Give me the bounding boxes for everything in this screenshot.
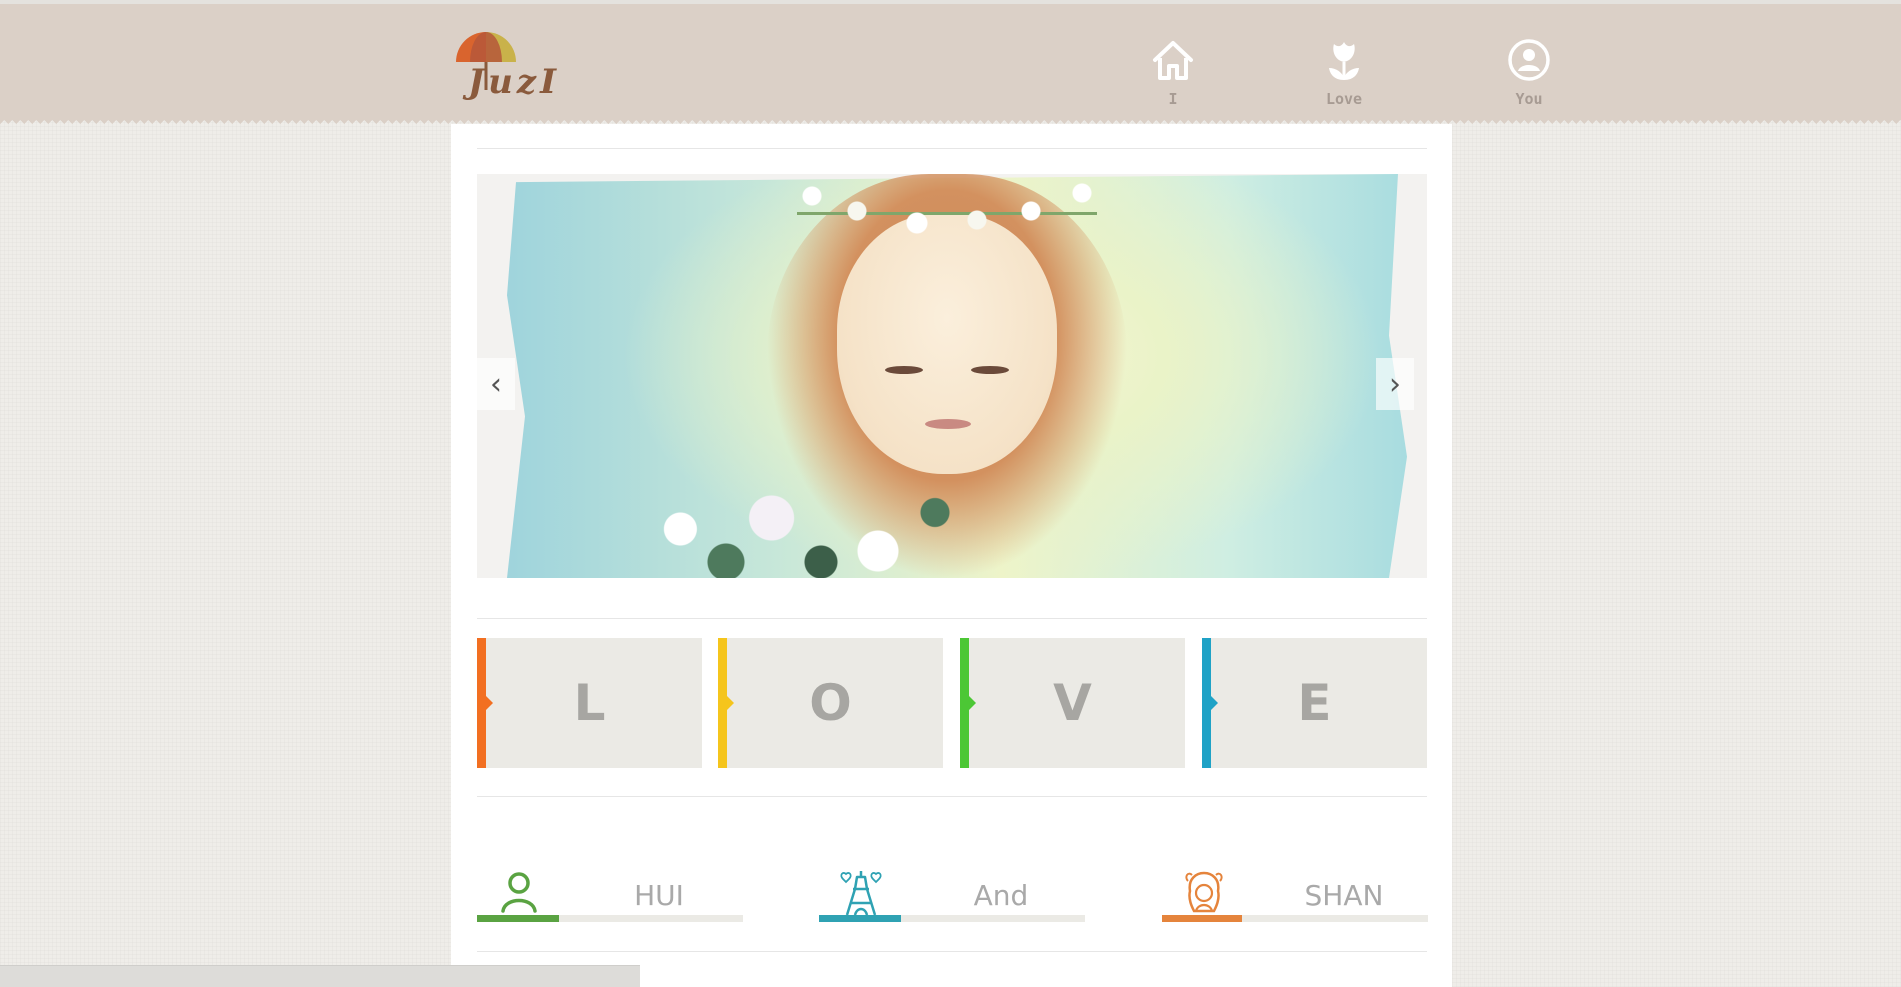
horizontal-scrollbar[interactable] — [0, 965, 640, 987]
feature-shan[interactable]: SHAN — [1162, 869, 1428, 922]
divider — [477, 618, 1427, 619]
girl-icon — [1185, 871, 1223, 913]
illustration-eye-right — [971, 366, 1009, 374]
feature-and[interactable]: And — [819, 869, 1085, 922]
tile-notch — [1211, 696, 1218, 710]
eiffel-tower-icon — [840, 871, 882, 916]
tile-accent-bar — [477, 638, 486, 768]
nav-item-you[interactable]: You — [1489, 38, 1569, 122]
feature-label: SHAN — [1304, 879, 1384, 912]
nav-item-i[interactable]: I — [1133, 38, 1213, 122]
progress-track — [477, 915, 743, 922]
nav-item-love[interactable]: Love — [1304, 38, 1384, 122]
feature-label: HUI — [634, 879, 684, 912]
person-icon — [501, 872, 537, 913]
progress-track — [1162, 915, 1428, 922]
tile-letter: O — [809, 674, 852, 732]
progress-track — [819, 915, 1085, 922]
tile-notch — [486, 696, 493, 710]
logo-text: JuzI — [468, 62, 561, 102]
flower-bouquet — [612, 474, 992, 578]
feature-label: And — [973, 879, 1029, 912]
love-tile-l[interactable]: L — [477, 638, 702, 768]
tile-accent-bar — [718, 638, 727, 768]
nav-label-i: I — [1168, 90, 1178, 108]
divider — [477, 796, 1427, 797]
tile-letter: L — [573, 674, 606, 732]
site-logo[interactable]: JuzI — [450, 28, 570, 108]
tile-accent-bar — [1202, 638, 1211, 768]
illustration-eye-left — [885, 366, 923, 374]
flower-wreath — [797, 178, 1097, 238]
site-header: JuzI I Love You — [0, 4, 1901, 128]
main-content: ‹ › L O V E HUI And SHAN — [451, 124, 1452, 987]
divider — [477, 148, 1427, 149]
carousel-prev-button[interactable]: ‹ — [477, 358, 515, 410]
tile-letter: V — [1053, 674, 1092, 732]
tile-notch — [727, 696, 734, 710]
chevron-left-icon: ‹ — [490, 366, 502, 402]
tile-notch — [969, 696, 976, 710]
progress-fill — [1162, 915, 1242, 922]
illustration-mouth — [925, 419, 971, 429]
feature-hui[interactable]: HUI — [477, 869, 743, 922]
progress-fill — [477, 915, 560, 922]
tile-accent-bar — [960, 638, 969, 768]
hero-carousel[interactable]: ‹ › — [477, 174, 1427, 578]
nav-label-love: Love — [1325, 90, 1363, 108]
home-icon — [1153, 41, 1193, 80]
illustration-face — [837, 214, 1057, 474]
user-circle-icon — [1508, 39, 1550, 81]
love-tile-v[interactable]: V — [960, 638, 1185, 768]
love-tile-e[interactable]: E — [1202, 638, 1427, 768]
divider — [477, 951, 1427, 952]
nav-label-you: You — [1515, 90, 1543, 108]
tile-letter: E — [1297, 674, 1332, 732]
carousel-next-button[interactable]: › — [1376, 358, 1414, 410]
tulip-icon — [1329, 42, 1359, 80]
chevron-right-icon: › — [1389, 366, 1401, 402]
love-tile-o[interactable]: O — [718, 638, 943, 768]
progress-fill — [819, 915, 902, 922]
